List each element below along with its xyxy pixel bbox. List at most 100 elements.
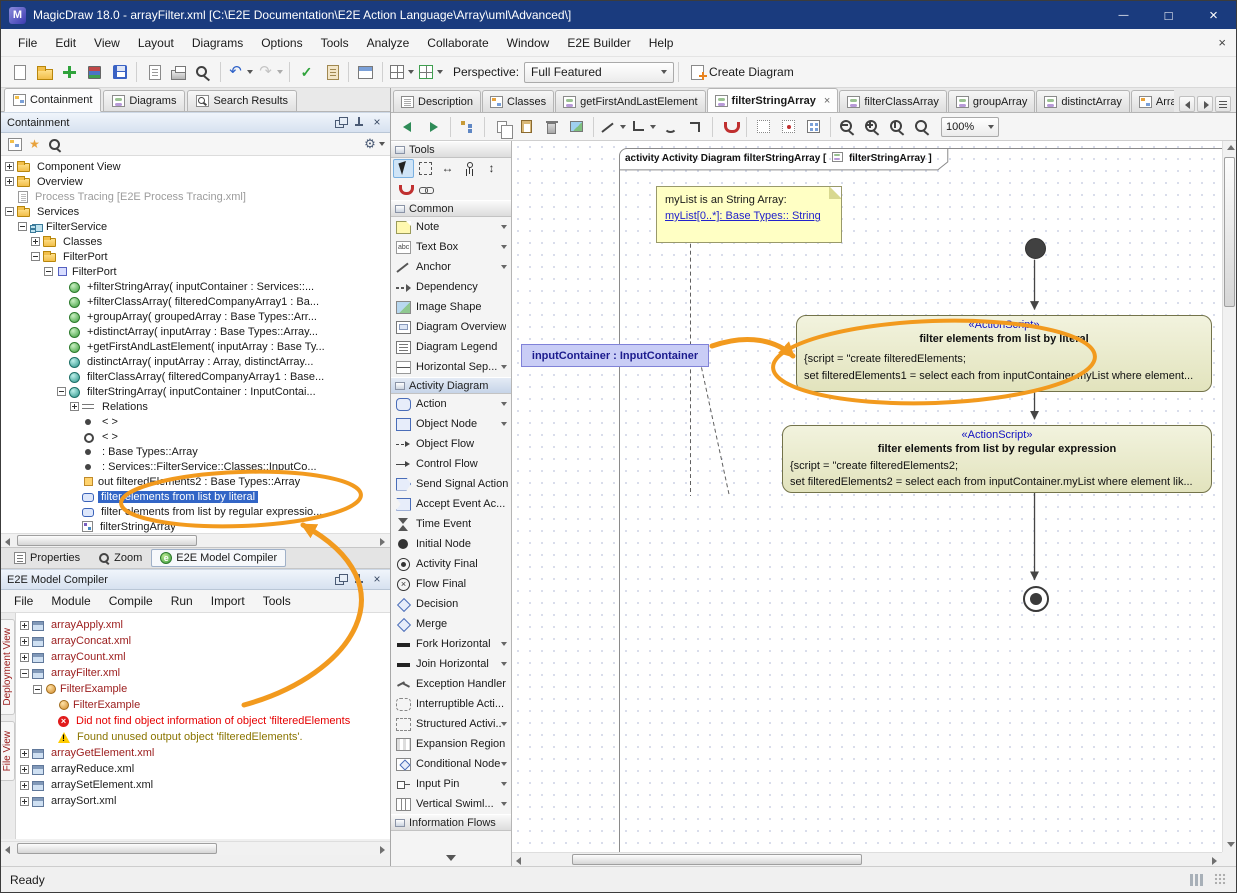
compiler-hscrollbar[interactable] bbox=[1, 841, 390, 855]
palette-item-structured-activi[interactable]: Structured Activi... bbox=[391, 714, 511, 734]
tree-row[interactable]: FilterPort bbox=[1, 264, 390, 279]
palette-item-diagram-overview[interactable]: Diagram Overview bbox=[391, 317, 511, 337]
close-tab-icon[interactable] bbox=[824, 95, 830, 107]
back-button[interactable] bbox=[396, 114, 421, 139]
tree-row[interactable]: filterClassArray( filteredCompanyArray1 … bbox=[1, 369, 390, 384]
initial-node[interactable] bbox=[1025, 238, 1046, 259]
diagram-tab-grouparray[interactable]: groupArray bbox=[948, 90, 1035, 112]
scroll-thumb[interactable] bbox=[1224, 157, 1235, 307]
scroll-thumb[interactable] bbox=[17, 535, 197, 546]
forward-button[interactable] bbox=[421, 114, 446, 139]
redo-button[interactable] bbox=[255, 60, 285, 85]
tree-expander-icon[interactable] bbox=[57, 387, 66, 396]
note-line2-link[interactable]: myList[0..*]: Base Types:: String bbox=[665, 208, 833, 224]
diagram-tab-filterclassarray[interactable]: filterClassArray bbox=[839, 90, 947, 112]
find-button[interactable] bbox=[191, 60, 216, 85]
palette-item-image-shape[interactable]: Image Shape bbox=[391, 297, 511, 317]
menu-window[interactable]: Window bbox=[498, 36, 559, 50]
copy-button[interactable] bbox=[489, 114, 514, 139]
palette-section-information-flows[interactable]: Information Flows bbox=[391, 814, 511, 831]
tree-row[interactable]: FilterPort bbox=[1, 249, 390, 264]
close-button[interactable] bbox=[1191, 1, 1236, 29]
tree-row[interactable]: filter elements from list by regular exp… bbox=[1, 504, 390, 519]
resize-grip[interactable] bbox=[1214, 873, 1227, 886]
menu-analyze[interactable]: Analyze bbox=[358, 36, 419, 50]
panel-tab-search-results[interactable]: Search Results bbox=[187, 90, 297, 111]
tree-expander-icon[interactable] bbox=[18, 222, 27, 231]
zoom-select[interactable]: 100% bbox=[941, 117, 999, 137]
menu-edit[interactable]: Edit bbox=[46, 36, 85, 50]
zoom-in-button[interactable] bbox=[860, 114, 885, 139]
print-button[interactable] bbox=[166, 60, 191, 85]
canvas-hscrollbar[interactable] bbox=[512, 852, 1222, 866]
tree-row[interactable]: Classes bbox=[1, 234, 390, 249]
tree-expander-icon[interactable] bbox=[5, 207, 14, 216]
tree-expander-icon[interactable] bbox=[5, 162, 14, 171]
palette-item-diagram-legend[interactable]: Diagram Legend bbox=[391, 337, 511, 357]
tree-row[interactable]: < > bbox=[1, 414, 390, 429]
image-button[interactable] bbox=[564, 114, 589, 139]
tree-row[interactable]: +getFirstAndLastElement( inputArray : Ba… bbox=[1, 339, 390, 354]
tree-expander-icon[interactable] bbox=[20, 653, 29, 662]
tree-row[interactable]: +filterClassArray( filteredCompanyArray1… bbox=[1, 294, 390, 309]
favorites-button[interactable] bbox=[25, 135, 44, 154]
palette-item-flow-final[interactable]: Flow Final bbox=[391, 574, 511, 594]
rectilinear-path-button[interactable] bbox=[628, 114, 658, 139]
menu-file[interactable]: File bbox=[9, 36, 46, 50]
scroll-up-icon[interactable] bbox=[1223, 141, 1237, 155]
minimize-button[interactable] bbox=[1101, 1, 1146, 29]
tree-row[interactable]: arrayFilter.xml bbox=[16, 665, 390, 681]
tree-expander-icon[interactable] bbox=[20, 797, 29, 806]
menu-e2e-builder[interactable]: E2E Builder bbox=[558, 36, 639, 50]
tree-row[interactable]: FilterExample bbox=[16, 697, 390, 713]
menu-view[interactable]: View bbox=[85, 36, 129, 50]
palette-item-merge[interactable]: Merge bbox=[391, 614, 511, 634]
tree-row[interactable]: Process Tracing [E2E Process Tracing.xml… bbox=[1, 189, 390, 204]
palette-item-object-flow[interactable]: Object Flow bbox=[391, 434, 511, 454]
compiler-menu-file[interactable]: File bbox=[5, 594, 42, 608]
create-diagram-button[interactable]: Create Diagram bbox=[683, 60, 802, 85]
bottom-tab-properties[interactable]: Properties bbox=[5, 549, 89, 567]
corner-button[interactable] bbox=[683, 114, 708, 139]
panel-tab-containment[interactable]: Containment bbox=[4, 88, 101, 112]
close-panel-icon[interactable] bbox=[370, 116, 384, 129]
action-filter-by-literal[interactable]: «ActionScript» filter elements from list… bbox=[796, 315, 1212, 392]
select-cursor-tool[interactable] bbox=[393, 159, 414, 178]
scroll-down-icon[interactable] bbox=[1223, 838, 1237, 852]
tree-expander-icon[interactable] bbox=[20, 749, 29, 758]
pin-panel-icon[interactable] bbox=[352, 573, 366, 586]
palette-item-send-signal-action[interactable]: Send Signal Action bbox=[391, 474, 511, 494]
palette-scroll-down-icon[interactable] bbox=[391, 855, 511, 861]
undo-button[interactable] bbox=[225, 60, 255, 85]
swap-horizontal-tool[interactable] bbox=[437, 159, 458, 178]
compiler-menu-module[interactable]: Module bbox=[42, 594, 99, 608]
diagram-layout-button[interactable] bbox=[416, 60, 445, 85]
tree-row[interactable]: arrayReduce.xml bbox=[16, 761, 390, 777]
palette-item-conditional-node[interactable]: Conditional Node bbox=[391, 754, 511, 774]
previous-tab-icon[interactable] bbox=[1179, 96, 1195, 112]
float-panel-icon[interactable] bbox=[334, 116, 348, 129]
project-usage-button[interactable] bbox=[353, 60, 378, 85]
tree-row[interactable]: +distinctArray( inputArray : Base Types:… bbox=[1, 324, 390, 339]
palette-item-control-flow[interactable]: Control Flow bbox=[391, 454, 511, 474]
tree-row[interactable]: FilterExample bbox=[16, 681, 390, 697]
diagram-tab-description[interactable]: Description bbox=[393, 90, 481, 112]
tree-row[interactable]: : Base Types::Array bbox=[1, 444, 390, 459]
show-in-containment-button[interactable] bbox=[455, 114, 480, 139]
note-shape[interactable]: myList is an String Array: myList[0..*]:… bbox=[656, 186, 842, 243]
tree-row[interactable]: arraySort.xml bbox=[16, 793, 390, 809]
diagram-tab-classes[interactable]: Classes bbox=[482, 90, 554, 112]
open-in-tree-button[interactable] bbox=[5, 135, 24, 154]
tree-row[interactable]: arrayGetElement.xml bbox=[16, 745, 390, 761]
palette-item-dependency[interactable]: Dependency bbox=[391, 277, 511, 297]
tree-expander-icon[interactable] bbox=[20, 765, 29, 774]
save-button[interactable] bbox=[107, 60, 132, 85]
activity-final-node[interactable] bbox=[1023, 586, 1049, 612]
compiler-menu-tools[interactable]: Tools bbox=[254, 594, 300, 608]
selection-rectangle-tool[interactable] bbox=[415, 159, 436, 178]
tree-expander-icon[interactable] bbox=[20, 669, 29, 678]
find-button[interactable] bbox=[45, 135, 64, 154]
layout-button[interactable] bbox=[801, 114, 826, 139]
bottom-tab-e2e-model-compiler[interactable]: E2E Model Compiler bbox=[151, 549, 286, 567]
tree-row[interactable]: FilterService bbox=[1, 219, 390, 234]
